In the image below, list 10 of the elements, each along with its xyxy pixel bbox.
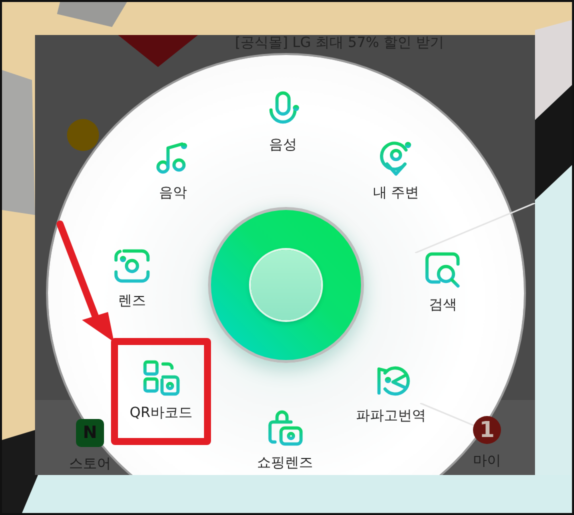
menu-item[interactable]: 파파고번역 — [341, 361, 441, 425]
menu-item[interactable]: QR바코드 — [111, 338, 211, 445]
coin-icon — [67, 119, 99, 151]
menu-item[interactable]: 렌즈 — [82, 246, 182, 310]
menu-item[interactable]: 쇼핑렌즈 — [235, 408, 335, 472]
menu-item[interactable]: 검색 — [393, 250, 493, 314]
menu-item[interactable]: 내 주변 — [346, 138, 446, 202]
menu-item[interactable]: 음악 — [123, 138, 223, 202]
menu-item[interactable]: 음성 — [233, 90, 333, 154]
qr-code-icon — [141, 358, 181, 398]
